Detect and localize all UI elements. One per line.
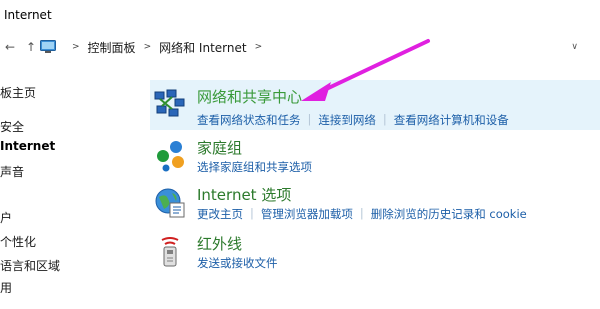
address-bar[interactable]: > 控制面板 > 网络和 Internet > <box>40 36 572 58</box>
category-title-network-sharing[interactable]: 网络和共享中心 <box>197 86 302 107</box>
left-nav-item-accounts[interactable]: 户 <box>0 209 12 226</box>
window-title: Internet <box>4 8 52 22</box>
internet-options-icon <box>155 188 185 218</box>
title-bar: Internet <box>0 0 600 34</box>
link-delete-history[interactable]: 删除浏览的历史记录和 cookie <box>371 206 527 222</box>
link-manage-addons[interactable]: 管理浏览器加载项 <box>261 206 353 222</box>
left-nav-item-home[interactable]: 板主页 <box>0 84 36 101</box>
link-connect-network[interactable]: 连接到网络 <box>318 112 376 128</box>
link-separator: | <box>250 206 254 220</box>
category-title-internet-options[interactable]: Internet 选项 <box>197 184 291 205</box>
link-homegroup-options[interactable]: 选择家庭组和共享选项 <box>197 159 312 175</box>
breadcrumb-separator: > <box>143 42 152 52</box>
category-title-infrared[interactable]: 红外线 <box>197 233 242 254</box>
breadcrumb-separator: > <box>254 42 263 52</box>
left-nav-item-security[interactable]: 安全 <box>0 118 24 135</box>
category-title-homegroup[interactable]: 家庭组 <box>197 137 242 158</box>
back-arrow-icon[interactable]: ← <box>2 39 18 55</box>
infrared-icon <box>161 237 179 267</box>
navigation-bar: ← ↑ > 控制面板 > 网络和 Internet > ∨ <box>0 36 600 60</box>
category-links: 查看网络状态和任务 | 连接到网络 | 查看网络计算机和设备 <box>197 112 509 128</box>
link-change-homepage[interactable]: 更改主页 <box>197 206 243 222</box>
breadcrumb-network-internet[interactable]: 网络和 Internet <box>159 39 246 56</box>
link-separator: | <box>307 112 312 126</box>
breadcrumb-separator: > <box>72 42 80 52</box>
left-nav-item-language-region[interactable]: 语言和区域 <box>0 257 60 274</box>
left-nav-item-programs[interactable]: 用 <box>0 279 12 296</box>
homegroup-icon <box>157 141 184 172</box>
left-nav-item-sound[interactable]: 声音 <box>0 163 24 180</box>
category-links: 更改主页 | 管理浏览器加载项 | 删除浏览的历史记录和 cookie <box>197 206 527 222</box>
network-sharing-icon <box>154 89 185 117</box>
left-nav-item-personalization[interactable]: 个性化 <box>0 233 36 250</box>
chevron-down-icon[interactable]: ∨ <box>571 42 578 52</box>
left-nav-item-internet[interactable]: Internet <box>0 139 55 153</box>
control-panel-icon <box>40 40 56 53</box>
category-links: 发送或接收文件 <box>197 255 278 271</box>
up-arrow-icon[interactable]: ↑ <box>23 39 39 55</box>
link-view-network-status[interactable]: 查看网络状态和任务 <box>197 112 301 128</box>
link-separator: | <box>359 206 364 220</box>
link-send-receive-files[interactable]: 发送或接收文件 <box>197 255 278 271</box>
category-links: 选择家庭组和共享选项 <box>197 159 312 175</box>
link-view-network-devices[interactable]: 查看网络计算机和设备 <box>394 112 509 128</box>
breadcrumb-control-panel[interactable]: 控制面板 <box>88 39 136 56</box>
link-separator: | <box>382 112 387 126</box>
